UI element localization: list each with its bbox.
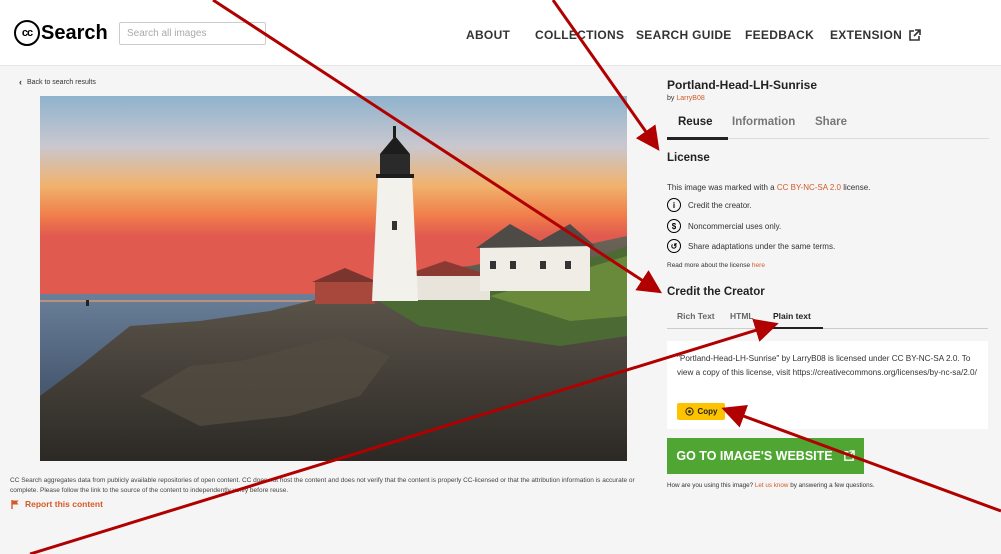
credit-format-tabs: Rich Text HTML Plain text <box>667 309 988 329</box>
usage-feedback: How are you using this image? Let us kno… <box>667 482 875 489</box>
usage-feedback-suffix: by answering a few questions. <box>790 482 875 489</box>
detail-tabs: Reuse Information Share <box>667 113 989 140</box>
byline-prefix: by <box>667 95 675 102</box>
chevron-left-icon: ‹ <box>19 77 22 87</box>
flag-icon <box>11 499 19 509</box>
image-title: Portland-Head-LH-Sunrise <box>667 78 818 92</box>
author-link[interactable]: LarryB08 <box>676 95 704 102</box>
copy-button[interactable]: Copy <box>677 403 725 420</box>
license-heading: License <box>667 152 710 164</box>
logo-text: Search <box>41 21 108 44</box>
go-to-website-button[interactable]: GO TO IMAGE'S WEBSITE <box>667 438 864 474</box>
nav-collections[interactable]: COLLECTIONS <box>535 28 624 42</box>
nav-search-guide[interactable]: SEARCH GUIDE <box>636 28 732 42</box>
subtab-plain-text[interactable]: Plain text <box>773 311 811 321</box>
license-link[interactable]: CC BY-NC-SA 2.0 <box>777 183 841 192</box>
external-link-icon <box>843 450 855 461</box>
copy-icon <box>684 407 694 416</box>
license-item-by-label: Credit the creator. <box>688 200 752 210</box>
attribution-box: "Portland-Head-LH-Sunrise" by LarryB08 i… <box>667 341 988 429</box>
license-item-sa: ↺ Share adaptations under the same terms… <box>667 239 835 253</box>
let-us-know-link[interactable]: Let us know <box>755 482 789 489</box>
nav-extension[interactable]: EXTENSION <box>830 28 921 42</box>
nav-about[interactable]: ABOUT <box>466 28 510 42</box>
read-more-license: Read more about the license here <box>667 262 765 269</box>
lighthouse-photo <box>40 96 627 461</box>
subtab-html[interactable]: HTML <box>730 311 754 321</box>
tab-reuse[interactable]: Reuse <box>678 116 713 128</box>
cc-logo-icon: cc <box>14 20 40 46</box>
attribution-text[interactable]: "Portland-Head-LH-Sunrise" by LarryB08 i… <box>677 352 977 380</box>
license-item-nc-label: Noncommercial uses only. <box>688 221 782 231</box>
image-byline: by LarryB08 <box>667 95 705 102</box>
search-input[interactable] <box>119 22 266 45</box>
usage-feedback-prefix: How are you using this image? <box>667 482 754 489</box>
attribution-icon: i <box>667 198 681 212</box>
active-subtab-indicator <box>767 327 823 329</box>
cc-search-logo[interactable]: cc Search <box>14 20 108 46</box>
report-label: Report this content <box>25 499 103 509</box>
subtab-rich-text[interactable]: Rich Text <box>677 311 715 321</box>
license-item-by: i Credit the creator. <box>667 198 752 212</box>
main-image <box>40 96 627 461</box>
back-link-label: Back to search results <box>27 78 96 86</box>
site-header: cc Search ABOUT COLLECTIONS SEARCH GUIDE… <box>0 0 1001 66</box>
credit-heading: Credit the Creator <box>667 286 765 298</box>
active-tab-indicator <box>667 137 728 140</box>
license-item-sa-label: Share adaptations under the same terms. <box>688 241 836 251</box>
license-statement: This image was marked with a CC BY-NC-SA… <box>667 183 870 192</box>
tab-information[interactable]: Information <box>732 116 795 128</box>
nav-extension-label: EXTENSION <box>830 28 903 42</box>
website-button-label: GO TO IMAGE'S WEBSITE <box>676 449 833 463</box>
disclaimer-text: CC Search aggregates data from publicly … <box>10 477 635 494</box>
license-item-nc: $ Noncommercial uses only. <box>667 219 781 233</box>
back-to-results-link[interactable]: ‹ Back to search results <box>19 77 96 87</box>
license-statement-prefix: This image was marked with a <box>667 183 775 192</box>
external-link-icon <box>909 28 921 41</box>
tab-share[interactable]: Share <box>815 116 847 128</box>
read-more-link[interactable]: here <box>752 262 765 269</box>
share-alike-icon: ↺ <box>667 239 681 253</box>
noncommercial-icon: $ <box>667 219 681 233</box>
license-statement-suffix: license. <box>843 183 871 192</box>
report-content-link[interactable]: Report this content <box>11 499 103 509</box>
read-more-prefix: Read more about the license <box>667 262 751 269</box>
copy-label: Copy <box>697 407 718 416</box>
nav-feedback[interactable]: FEEDBACK <box>745 28 814 42</box>
